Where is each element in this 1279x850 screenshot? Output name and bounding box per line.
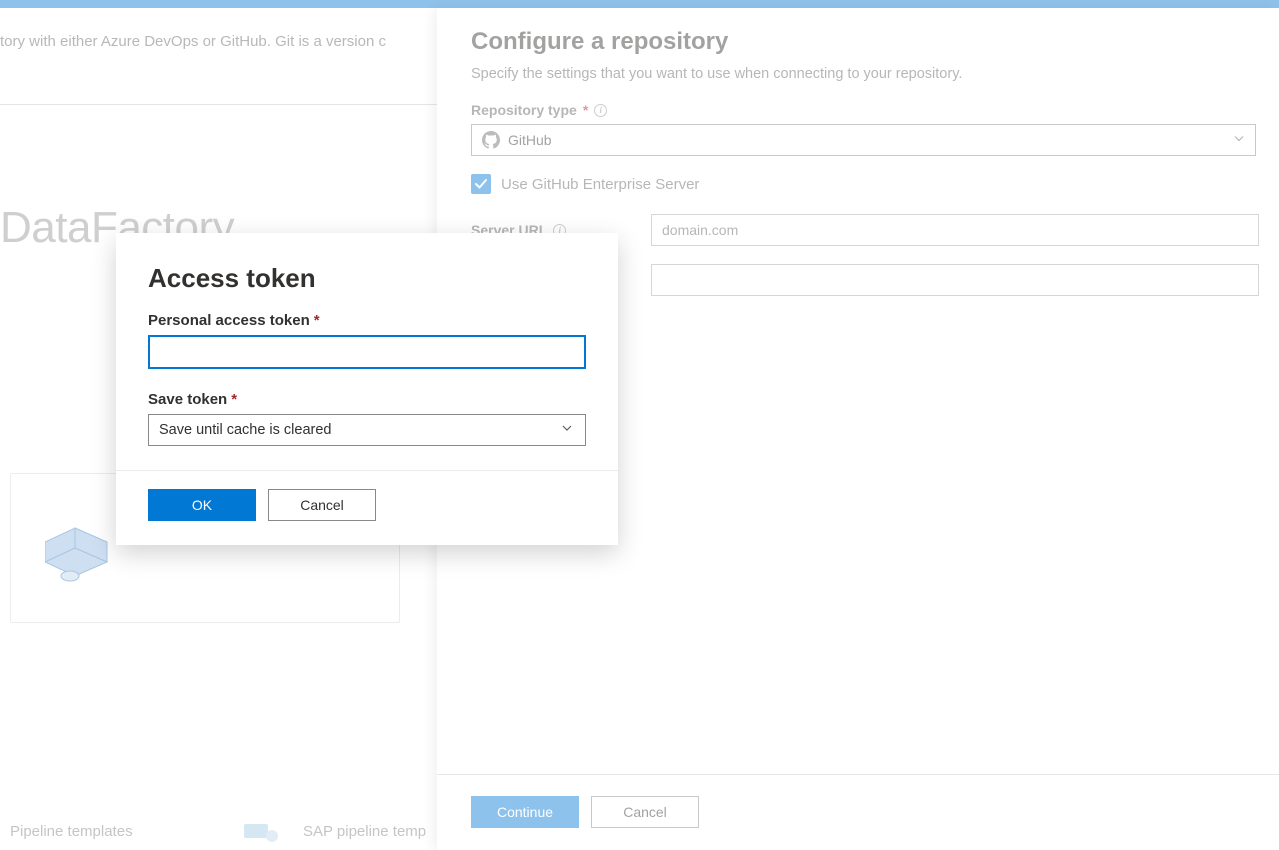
data-factory-isometric-icon [45, 518, 115, 588]
modal-body: Access token Personal access token * Sav… [116, 233, 618, 470]
enterprise-checkbox-label: Use GitHub Enterprise Server [501, 176, 699, 193]
panel-footer: Continue Cancel [471, 796, 699, 828]
enterprise-server-row: Use GitHub Enterprise Server [471, 174, 1259, 194]
ok-button[interactable]: OK [148, 489, 256, 521]
personal-access-token-input[interactable] [148, 335, 586, 369]
top-accent-bar [0, 0, 1279, 8]
server-url-input[interactable] [651, 214, 1259, 246]
required-asterisk: * [231, 391, 237, 408]
repo-type-label: Repository type * i [471, 102, 1259, 118]
chevron-down-icon [561, 422, 573, 438]
chevron-down-icon [1233, 133, 1245, 148]
save-token-label-text: Save token [148, 391, 227, 408]
save-token-label: Save token * [148, 391, 586, 408]
sap-icon [242, 818, 284, 844]
access-token-modal: Access token Personal access token * Sav… [116, 233, 618, 545]
pat-label: Personal access token * [148, 312, 586, 329]
continue-button[interactable]: Continue [471, 796, 579, 828]
pipeline-templates-label: Pipeline templates [10, 823, 133, 840]
bg-separator [0, 104, 437, 105]
save-token-value: Save until cache is cleared [159, 422, 332, 438]
repo-type-value: GitHub [508, 132, 552, 148]
modal-cancel-button[interactable]: Cancel [268, 489, 376, 521]
info-icon[interactable]: i [594, 104, 607, 117]
repo-type-select[interactable]: GitHub [471, 124, 1256, 156]
panel-subtitle: Specify the settings that you want to us… [471, 66, 1259, 82]
modal-footer: OK Cancel [116, 470, 618, 545]
required-asterisk: * [314, 312, 320, 329]
owner-input[interactable] [651, 264, 1259, 296]
sap-pipeline-template-label: SAP pipeline temp [303, 823, 426, 840]
pat-label-text: Personal access token [148, 312, 310, 329]
repo-type-label-text: Repository type [471, 102, 577, 118]
cancel-button[interactable]: Cancel [591, 796, 699, 828]
required-asterisk: * [583, 102, 588, 118]
modal-title: Access token [148, 263, 586, 294]
bg-intro-text: tory with either Azure DevOps or GitHub.… [0, 33, 386, 50]
panel-title: Configure a repository [471, 28, 1259, 56]
github-icon [482, 131, 500, 149]
enterprise-checkbox[interactable] [471, 174, 491, 194]
save-token-select[interactable]: Save until cache is cleared [148, 414, 586, 446]
